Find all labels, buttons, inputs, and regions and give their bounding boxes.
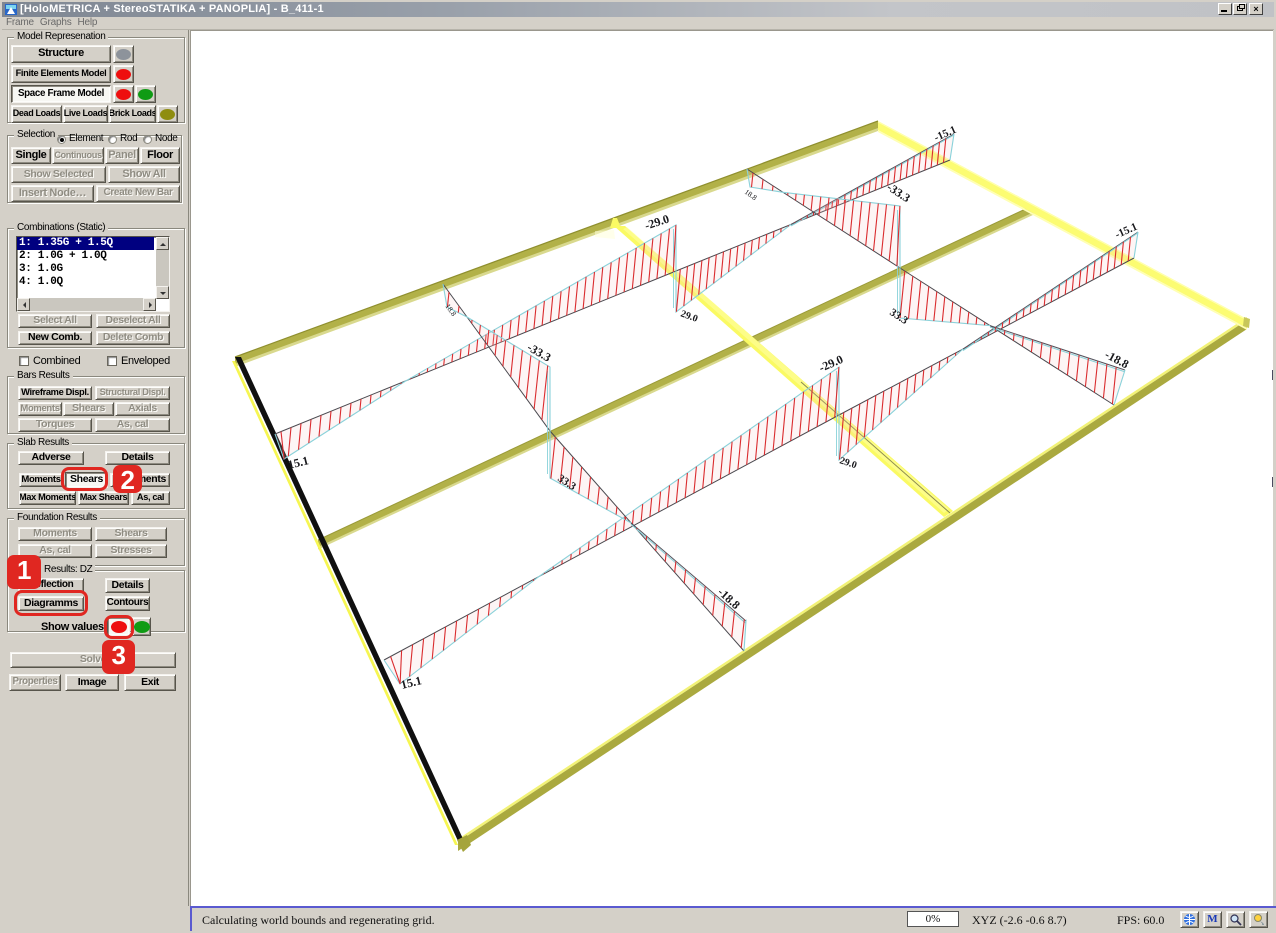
svg-text:18.8: 18.8 bbox=[743, 187, 759, 202]
svg-text:-29.0: -29.0 bbox=[817, 352, 846, 375]
svg-text:29.0: 29.0 bbox=[679, 308, 699, 324]
svg-text:-33.3: -33.3 bbox=[884, 180, 913, 205]
svg-text:15.1: 15.1 bbox=[286, 453, 310, 472]
svg-text:29.0: 29.0 bbox=[838, 455, 858, 471]
